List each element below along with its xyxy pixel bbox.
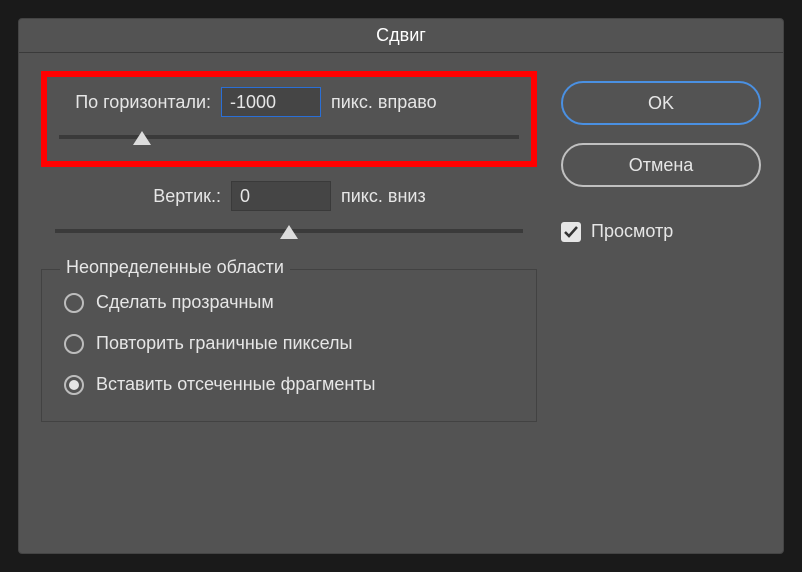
- offset-dialog: Сдвиг По горизонтали: пикс. вправо Верти…: [18, 18, 784, 554]
- ok-button-label: OK: [648, 93, 674, 114]
- radio-icon: [64, 293, 84, 313]
- check-icon: [563, 224, 579, 240]
- dialog-titlebar[interactable]: Сдвиг: [19, 19, 783, 53]
- radio-wrap[interactable]: Вставить отсеченные фрагменты: [64, 374, 514, 395]
- preview-checkbox-row[interactable]: Просмотр: [561, 221, 761, 242]
- radio-repeat-edge-label: Повторить граничные пикселы: [96, 333, 352, 354]
- vertical-slider-thumb[interactable]: [280, 225, 298, 239]
- radio-transparent-label: Сделать прозрачным: [96, 292, 274, 313]
- dialog-title: Сдвиг: [376, 25, 426, 46]
- horizontal-label: По горизонтали:: [59, 92, 211, 113]
- vertical-input[interactable]: [231, 181, 331, 211]
- cancel-button[interactable]: Отмена: [561, 143, 761, 187]
- horizontal-slider[interactable]: [59, 127, 519, 147]
- vertical-slider[interactable]: [55, 221, 523, 241]
- radio-repeat-edge[interactable]: Повторить граничные пикселы: [64, 333, 514, 354]
- radio-icon: [64, 334, 84, 354]
- preview-checkbox[interactable]: [561, 222, 581, 242]
- horizontal-highlight: По горизонтали: пикс. вправо: [41, 71, 537, 167]
- radio-wrap-label: Вставить отсеченные фрагменты: [96, 374, 376, 395]
- horizontal-unit: пикс. вправо: [331, 92, 437, 113]
- radio-transparent[interactable]: Сделать прозрачным: [64, 292, 514, 313]
- vertical-unit: пикс. вниз: [341, 186, 426, 207]
- cancel-button-label: Отмена: [629, 155, 694, 176]
- undefined-areas-group: Неопределенные области Сделать прозрачны…: [41, 269, 537, 422]
- horizontal-input[interactable]: [221, 87, 321, 117]
- ok-button[interactable]: OK: [561, 81, 761, 125]
- radio-icon: [64, 375, 84, 395]
- vertical-label: Вертик.:: [137, 186, 221, 207]
- preview-label: Просмотр: [591, 221, 673, 242]
- slider-bar: [59, 135, 519, 139]
- undefined-areas-legend: Неопределенные области: [60, 257, 290, 278]
- horizontal-slider-thumb[interactable]: [133, 131, 151, 145]
